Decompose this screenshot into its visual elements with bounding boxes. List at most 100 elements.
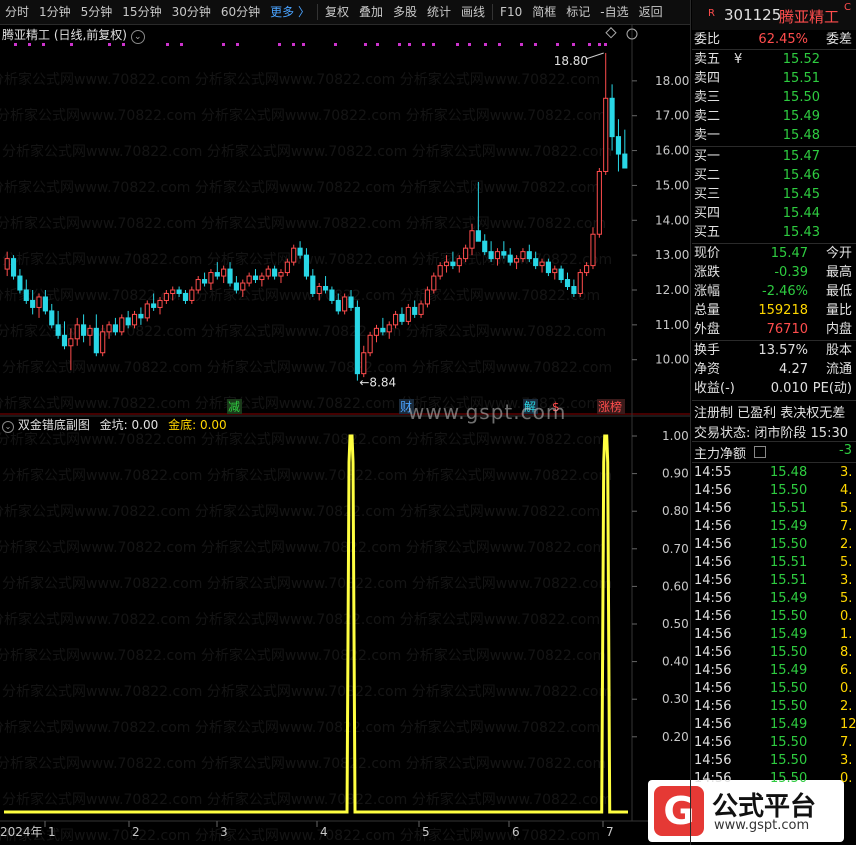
candlestick <box>399 307 405 325</box>
tick-price: 15.50 <box>770 699 808 714</box>
background-watermark: 分析家公式网www.70822.com 分析家公式网www.70822.com … <box>0 179 600 196</box>
toolbar-item[interactable]: 统计 <box>422 0 456 24</box>
quote-row2-value: 13.57% <box>758 343 808 358</box>
menu-icon[interactable] <box>754 446 766 458</box>
candlestick <box>202 272 208 287</box>
signal-dot <box>588 43 591 46</box>
background-watermark: 分析家公式网www.70822.com 分析家公式网www.70822.com … <box>2 575 612 592</box>
ask-row-label: 卖五 <box>694 52 721 67</box>
signal-dot <box>456 43 459 46</box>
sub-chart-menu-icon[interactable]: ⌄ <box>2 421 14 433</box>
tick-row: 14:56 15.51 3. <box>694 572 854 590</box>
toolbar-item[interactable]: 更多 〉 <box>265 0 315 24</box>
background-watermark: 分析家公式网www.70822.com 分析家公式网www.70822.com … <box>0 647 606 664</box>
tick-time: 14:56 <box>694 519 732 534</box>
toolbar-item[interactable]: 返回 <box>634 0 668 24</box>
tick-time: 14:56 <box>694 699 732 714</box>
tick-time: 14:56 <box>694 501 732 516</box>
signal-dot <box>166 43 169 46</box>
tick-time: 14:56 <box>694 483 732 498</box>
tick-row: 14:55 15.48 3. <box>694 464 854 482</box>
background-watermark: 分析家公式网www.70822.com 分析家公式网www.70822.com … <box>2 143 612 160</box>
candlestick <box>424 286 430 308</box>
toolbar-item[interactable]: 复权 <box>320 0 354 24</box>
tick-row: 14:56 15.50 8. <box>694 644 854 662</box>
quote-row-value: -2.46% <box>762 284 808 299</box>
quote-row-value: 159218 <box>758 303 808 318</box>
background-watermark: 分析家公式网www.70822.com 分析家公式网www.70822.com … <box>0 611 600 628</box>
tick-price: 15.49 <box>770 591 808 606</box>
candlestick <box>482 234 488 256</box>
price-tick-label: 11.00 <box>655 318 689 332</box>
candlestick <box>558 265 564 284</box>
tick-price: 15.50 <box>770 483 808 498</box>
background-watermark: 分析家公式网www.70822.com 分析家公式网www.70822.com … <box>0 719 600 736</box>
chart-title-text: 腾亚精工 (日线,前复权) <box>2 28 127 42</box>
bid-row-label: 买五 <box>694 225 721 240</box>
quote-row2-label: 换手 <box>694 343 721 358</box>
quote-row-label2: 最高 <box>825 265 852 280</box>
tick-price: 15.50 <box>770 537 808 552</box>
candlestick <box>49 303 55 329</box>
tick-row: 14:56 15.50 3. <box>694 752 854 770</box>
toolbar-item[interactable]: F10 <box>495 0 527 24</box>
background-watermark: 分析家公式网www.70822.com 分析家公式网www.70822.com … <box>0 755 606 772</box>
tick-volume: 0. <box>840 609 853 624</box>
event-zhangbang-label[interactable]: 涨榜 <box>598 399 622 414</box>
candlestick <box>278 269 284 284</box>
tick-price: 15.50 <box>770 771 808 786</box>
tick-time: 14:56 <box>694 663 732 678</box>
toolbar-item[interactable]: -自选 <box>595 0 633 24</box>
bid-row-value: 15.43 <box>782 225 820 240</box>
chevron-down-icon[interactable]: ⌄ <box>130 30 145 44</box>
bid-row: 买四 15.44 <box>694 204 854 223</box>
quote-row-label: 现价 <box>694 246 721 261</box>
sub-tick-label: 0.50 <box>662 617 689 631</box>
toolbar-item[interactable]: 分时 <box>0 0 34 24</box>
toolbar-item[interactable]: 15分钟 <box>117 0 166 24</box>
background-watermark: 分析家公式网www.70822.com 分析家公式网www.70822.com … <box>0 71 600 88</box>
ask-row: 卖五 ¥15.52 <box>694 50 854 69</box>
toolbar-item[interactable]: 60分钟 <box>216 0 265 24</box>
price-tick-label: 10.00 <box>655 353 689 367</box>
candlestick <box>252 269 259 284</box>
tick-price: 15.49 <box>770 717 808 732</box>
main-flow-row[interactable]: 主力净额 -3 <box>694 443 854 462</box>
tick-price: 15.50 <box>770 609 808 624</box>
tick-row: 14:56 15.50 0. <box>694 770 854 788</box>
tick-time: 14:56 <box>694 645 732 660</box>
toolbar-item[interactable]: 5分钟 <box>76 0 118 24</box>
signal-dot <box>180 43 183 46</box>
quote-row-label2: 量比 <box>825 303 852 318</box>
quote-row-label: 涨幅 <box>694 284 721 299</box>
candlestick <box>74 317 80 346</box>
bid-row-value: 15.46 <box>782 168 820 183</box>
toolbar-item[interactable]: 简框 <box>527 0 561 24</box>
toolbar-item[interactable]: 多股 <box>388 0 422 24</box>
background-watermark: 分析家公式网www.70822.com 分析家公式网www.70822.com … <box>0 431 606 448</box>
background-watermark: 分析家公式网www.70822.com 分析家公式网www.70822.com … <box>0 287 600 304</box>
event-jian-label[interactable]: 减 <box>228 400 240 414</box>
signal-dot <box>398 43 401 46</box>
toolbar-item[interactable]: 叠加 <box>354 0 388 24</box>
quote-row-value: 15.47 <box>770 246 808 261</box>
tick-volume: 3. <box>840 753 853 768</box>
toolbar-item[interactable]: 1分钟 <box>34 0 76 24</box>
signal-dot <box>422 43 425 46</box>
ask-row-value: 15.48 <box>782 128 820 143</box>
time-axis-label: 2 <box>132 825 140 839</box>
toolbar-item[interactable]: 标记 <box>561 0 595 24</box>
tick-volume: 4. <box>840 483 853 498</box>
candlestick <box>615 119 622 172</box>
toolbar-item[interactable]: 30分钟 <box>167 0 216 24</box>
tick-volume: 7. <box>840 519 853 534</box>
ask-row-label: 卖四 <box>694 71 721 86</box>
tick-row: 14:56 15.50 7. <box>694 734 854 752</box>
sub-chart-name: 双金错底副图 <box>17 418 90 432</box>
tick-time: 14:55 <box>694 465 732 480</box>
tick-volume: 0. <box>840 681 853 696</box>
tick-time: 14:56 <box>694 753 732 768</box>
quote-row-label: 外盘 <box>694 322 721 337</box>
weibi-row-value: 62.45% <box>758 32 808 47</box>
toolbar-item[interactable]: 画线 <box>456 0 490 24</box>
